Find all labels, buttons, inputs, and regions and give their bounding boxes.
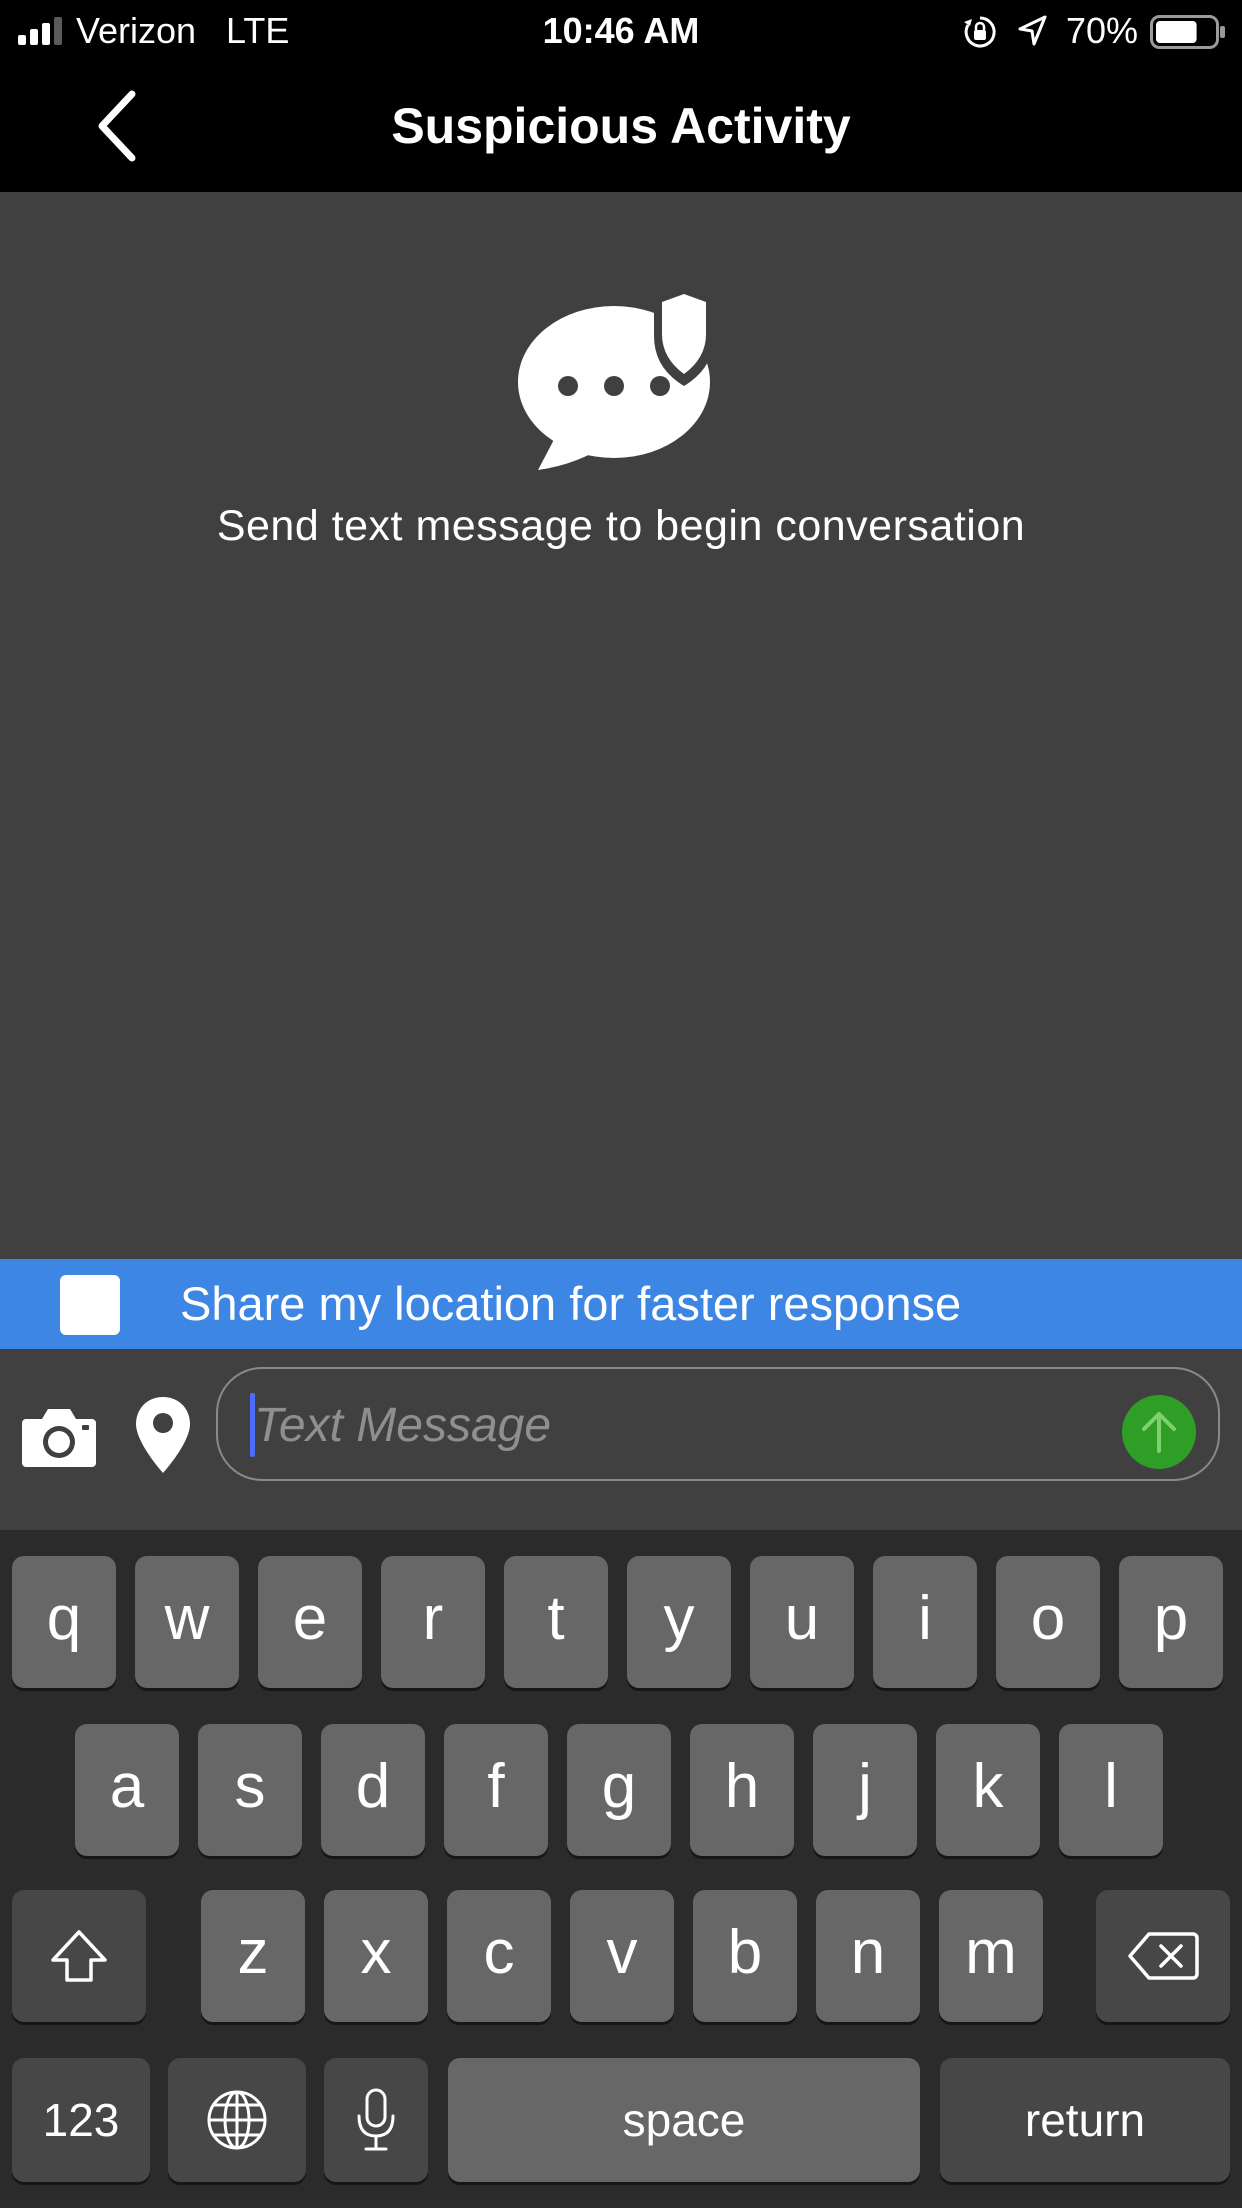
- chat-shield-icon: [518, 286, 714, 470]
- share-location-label: Share my location for faster response: [180, 1277, 962, 1330]
- key-q[interactable]: q: [12, 1556, 116, 1688]
- keyboard: qwertyuiop asdfghjkl zxcvbnm 123 space r…: [0, 1530, 1242, 2208]
- key-e[interactable]: e: [258, 1556, 362, 1688]
- return-key[interactable]: return: [940, 2058, 1230, 2182]
- key-k[interactable]: k: [936, 1724, 1040, 1856]
- key-x[interactable]: x: [324, 1890, 428, 2022]
- share-location-checkbox[interactable]: [60, 1275, 120, 1335]
- dictation-key[interactable]: [324, 2058, 428, 2182]
- key-w[interactable]: w: [135, 1556, 239, 1688]
- map-pin-icon: [136, 1397, 190, 1473]
- numbers-key[interactable]: 123: [12, 2058, 150, 2182]
- send-button[interactable]: [1122, 1395, 1196, 1469]
- message-composer: [0, 1349, 1242, 1530]
- arrow-up-icon: [1142, 1412, 1176, 1453]
- shift-icon: [51, 1930, 107, 1982]
- orientation-lock-icon: [964, 16, 996, 48]
- globe-icon: [207, 2090, 267, 2150]
- key-o[interactable]: o: [996, 1556, 1100, 1688]
- space-key[interactable]: space: [448, 2058, 920, 2182]
- microphone-icon: [357, 2088, 395, 2151]
- key-j[interactable]: j: [813, 1724, 917, 1856]
- key-h[interactable]: h: [690, 1724, 794, 1856]
- key-u[interactable]: u: [750, 1556, 854, 1688]
- camera-icon: [22, 1409, 96, 1467]
- key-a[interactable]: a: [75, 1724, 179, 1856]
- key-s[interactable]: s: [198, 1724, 302, 1856]
- navigation-bar: Suspicious Activity: [0, 62, 1242, 192]
- location-arrow-icon: [1018, 15, 1047, 46]
- key-i[interactable]: i: [873, 1556, 977, 1688]
- key-t[interactable]: t: [504, 1556, 608, 1688]
- battery-percent: 70%: [1066, 10, 1139, 51]
- key-f[interactable]: f: [444, 1724, 548, 1856]
- message-input[interactable]: [254, 1395, 1094, 1455]
- page-title: Suspicious Activity: [391, 98, 851, 154]
- empty-conversation-message: Send text message to begin conversation: [216, 502, 1026, 550]
- key-d[interactable]: d: [321, 1724, 425, 1856]
- shift-key[interactable]: [12, 1890, 146, 2022]
- globe-key[interactable]: [168, 2058, 306, 2182]
- key-n[interactable]: n: [816, 1890, 920, 2022]
- key-v[interactable]: v: [570, 1890, 674, 2022]
- delete-key[interactable]: [1096, 1890, 1230, 2022]
- conversation-area: Send text message to begin conversation: [0, 192, 1242, 1259]
- status-bar: Verizon LTE 10:46 AM 70%: [0, 0, 1242, 62]
- key-g[interactable]: g: [567, 1724, 671, 1856]
- key-r[interactable]: r: [381, 1556, 485, 1688]
- key-m[interactable]: m: [939, 1890, 1043, 2022]
- status-time: 10:46 AM: [542, 10, 700, 51]
- key-c[interactable]: c: [447, 1890, 551, 2022]
- key-y[interactable]: y: [627, 1556, 731, 1688]
- delete-icon: [1128, 1932, 1199, 1980]
- key-p[interactable]: p: [1119, 1556, 1223, 1688]
- key-l[interactable]: l: [1059, 1724, 1163, 1856]
- key-b[interactable]: b: [693, 1890, 797, 2022]
- message-field[interactable]: [216, 1367, 1220, 1481]
- share-location-toggle[interactable]: Share my location for faster response: [0, 1259, 1242, 1349]
- camera-button[interactable]: [20, 1405, 98, 1469]
- location-pin-button[interactable]: [134, 1395, 192, 1475]
- battery-icon: [1150, 15, 1225, 49]
- key-z[interactable]: z: [201, 1890, 305, 2022]
